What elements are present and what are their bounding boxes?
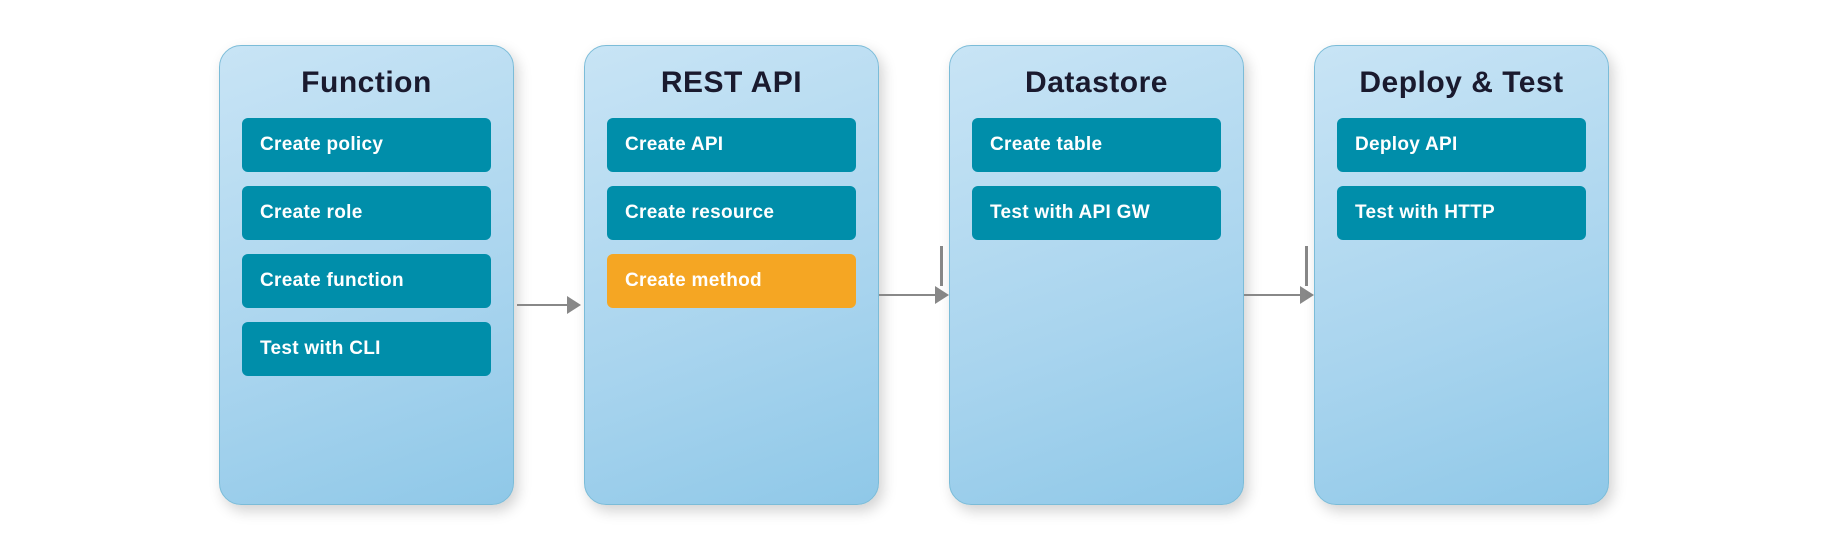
btn-create-resource[interactable]: Create resource	[607, 186, 856, 240]
btn-create-function[interactable]: Create function	[242, 254, 491, 308]
arrow-elbow-h	[879, 294, 935, 297]
arrow-elbow-h-3	[1244, 294, 1300, 297]
panel-deploy-title: Deploy & Test	[1359, 66, 1563, 100]
panel-function-title: Function	[301, 66, 432, 100]
arrow-elbow-h-row-3	[1244, 286, 1314, 304]
panel-rest-items: Create API Create resource Create method	[607, 118, 856, 308]
btn-create-method[interactable]: Create method	[607, 254, 856, 308]
arrow-line-1	[517, 304, 567, 307]
panel-function: Function Create policy Create role Creat…	[219, 45, 514, 505]
arrow-elbow-head-3	[1300, 286, 1314, 304]
btn-create-api[interactable]: Create API	[607, 118, 856, 172]
arrow-elbow-3	[1244, 246, 1314, 304]
panel-deploy-items: Deploy API Test with HTTP	[1337, 118, 1586, 240]
workflow-diagram: Function Create policy Create role Creat…	[189, 25, 1639, 525]
btn-create-table[interactable]: Create table	[972, 118, 1221, 172]
arrow-elbow-head	[935, 286, 949, 304]
btn-create-role[interactable]: Create role	[242, 186, 491, 240]
btn-test-http[interactable]: Test with HTTP	[1337, 186, 1586, 240]
btn-test-with-cli[interactable]: Test with CLI	[242, 322, 491, 376]
arrow-head-1	[567, 296, 581, 314]
btn-test-api-gw[interactable]: Test with API GW	[972, 186, 1221, 240]
arrow-elbow-v	[940, 246, 943, 286]
panel-datastore: Datastore Create table Test with API GW	[949, 45, 1244, 505]
panel-function-items: Create policy Create role Create functio…	[242, 118, 491, 376]
panel-datastore-items: Create table Test with API GW	[972, 118, 1221, 240]
arrow-3	[1244, 246, 1314, 304]
arrow-2	[879, 246, 949, 304]
arrow-elbow-2	[879, 246, 949, 304]
arrow-elbow-v-3	[1305, 246, 1308, 286]
arrow-1	[514, 296, 584, 314]
panel-datastore-title: Datastore	[1025, 66, 1168, 100]
btn-create-policy[interactable]: Create policy	[242, 118, 491, 172]
arrow-elbow-h-row	[879, 286, 949, 304]
panel-rest-api: REST API Create API Create resource Crea…	[584, 45, 879, 505]
panel-rest-title: REST API	[661, 66, 802, 100]
arrow-straight-1	[517, 296, 581, 314]
btn-deploy-api[interactable]: Deploy API	[1337, 118, 1586, 172]
panel-deploy-test: Deploy & Test Deploy API Test with HTTP	[1314, 45, 1609, 505]
